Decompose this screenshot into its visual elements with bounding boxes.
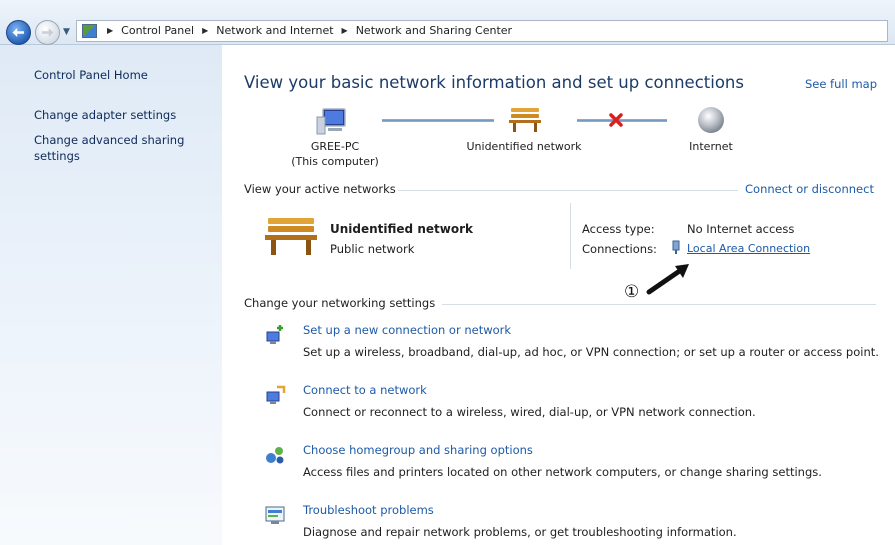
map-node-internet[interactable]: Internet bbox=[671, 139, 751, 154]
control-panel-icon bbox=[82, 24, 97, 38]
back-button[interactable] bbox=[6, 20, 31, 45]
red-x-icon bbox=[609, 113, 623, 127]
back-arrow-icon bbox=[12, 28, 24, 37]
connections-label: Connections: bbox=[582, 242, 657, 256]
divider bbox=[398, 190, 738, 191]
connect-network-icon bbox=[266, 385, 286, 404]
homegroup-icon bbox=[266, 447, 284, 464]
task-homegroup-link[interactable]: Choose homegroup and sharing options bbox=[303, 443, 533, 457]
see-full-map-link[interactable]: See full map bbox=[805, 77, 877, 91]
new-connection-icon bbox=[266, 325, 283, 344]
forward-arrow-icon bbox=[42, 28, 54, 37]
computer-icon bbox=[316, 108, 346, 135]
computer-subtitle: (This computer) bbox=[291, 155, 379, 168]
network-type-link[interactable]: Public network bbox=[330, 242, 414, 256]
task-setup-connection-link[interactable]: Set up a new connection or network bbox=[303, 323, 511, 337]
bench-network-icon bbox=[265, 218, 317, 255]
breadcrumb-box[interactable]: ▶ Control Panel ▶ Network and Internet ▶… bbox=[76, 20, 888, 42]
access-type-value: No Internet access bbox=[687, 222, 795, 236]
address-bar: ▼ ▶ Control Panel ▶ Network and Internet… bbox=[0, 0, 895, 45]
task-connect-network-desc: Connect or reconnect to a wireless, wire… bbox=[303, 405, 756, 419]
crumb-network-and-sharing-center[interactable]: Network and Sharing Center bbox=[356, 24, 512, 37]
bench-network-icon bbox=[509, 108, 541, 132]
task-setup-connection-desc: Set up a wireless, broadband, dial-up, a… bbox=[303, 345, 879, 359]
crumb-separator[interactable]: ▶ bbox=[342, 26, 348, 35]
callout-number: ① bbox=[624, 282, 640, 302]
recent-pages-dropdown[interactable]: ▼ bbox=[63, 27, 70, 37]
vertical-divider bbox=[570, 203, 571, 269]
sidebar-item-change-adapter-settings[interactable]: Change adapter settings bbox=[34, 107, 204, 123]
crumb-separator[interactable]: ▶ bbox=[107, 26, 113, 35]
divider bbox=[442, 304, 876, 305]
computer-name: GREE-PC bbox=[310, 140, 360, 153]
page-title: View your basic network information and … bbox=[244, 73, 744, 92]
troubleshoot-icon bbox=[265, 506, 285, 524]
sidebar-item-control-panel-home[interactable]: Control Panel Home bbox=[34, 67, 204, 83]
crumb-separator[interactable]: ▶ bbox=[202, 26, 208, 35]
active-network-name: Unidentified network bbox=[330, 222, 473, 236]
task-homegroup-desc: Access files and printers located on oth… bbox=[303, 465, 822, 479]
left-pane: Control Panel Home Change adapter settin… bbox=[0, 45, 222, 545]
task-connect-network-link[interactable]: Connect to a network bbox=[303, 383, 427, 397]
access-type-label: Access type: bbox=[582, 222, 655, 236]
forward-button[interactable] bbox=[35, 20, 60, 45]
crumb-network-and-internet[interactable]: Network and Internet bbox=[216, 24, 333, 37]
breadcrumb: ▶ Control Panel ▶ Network and Internet ▶… bbox=[103, 24, 512, 37]
main-pane: View your basic network information and … bbox=[222, 45, 895, 545]
globe-icon bbox=[698, 107, 724, 133]
network-adapter-icon bbox=[672, 240, 680, 254]
task-troubleshoot-desc: Diagnose and repair network problems, or… bbox=[303, 525, 737, 539]
map-node-network[interactable]: Unidentified network bbox=[454, 139, 594, 154]
connect-or-disconnect-link[interactable]: Connect or disconnect bbox=[745, 182, 874, 196]
sidebar-item-change-advanced-sharing[interactable]: Change advanced sharing settings bbox=[34, 132, 194, 164]
map-node-computer: GREE-PC (This computer) bbox=[280, 139, 390, 169]
map-connector-line bbox=[382, 119, 494, 122]
local-area-connection-link[interactable]: Local Area Connection bbox=[687, 242, 810, 255]
task-troubleshoot-link[interactable]: Troubleshoot problems bbox=[303, 503, 434, 517]
active-networks-heading: View your active networks bbox=[244, 182, 396, 196]
networking-settings-heading: Change your networking settings bbox=[244, 296, 436, 310]
crumb-control-panel[interactable]: Control Panel bbox=[121, 24, 194, 37]
arrow-pointer-icon bbox=[646, 264, 689, 295]
